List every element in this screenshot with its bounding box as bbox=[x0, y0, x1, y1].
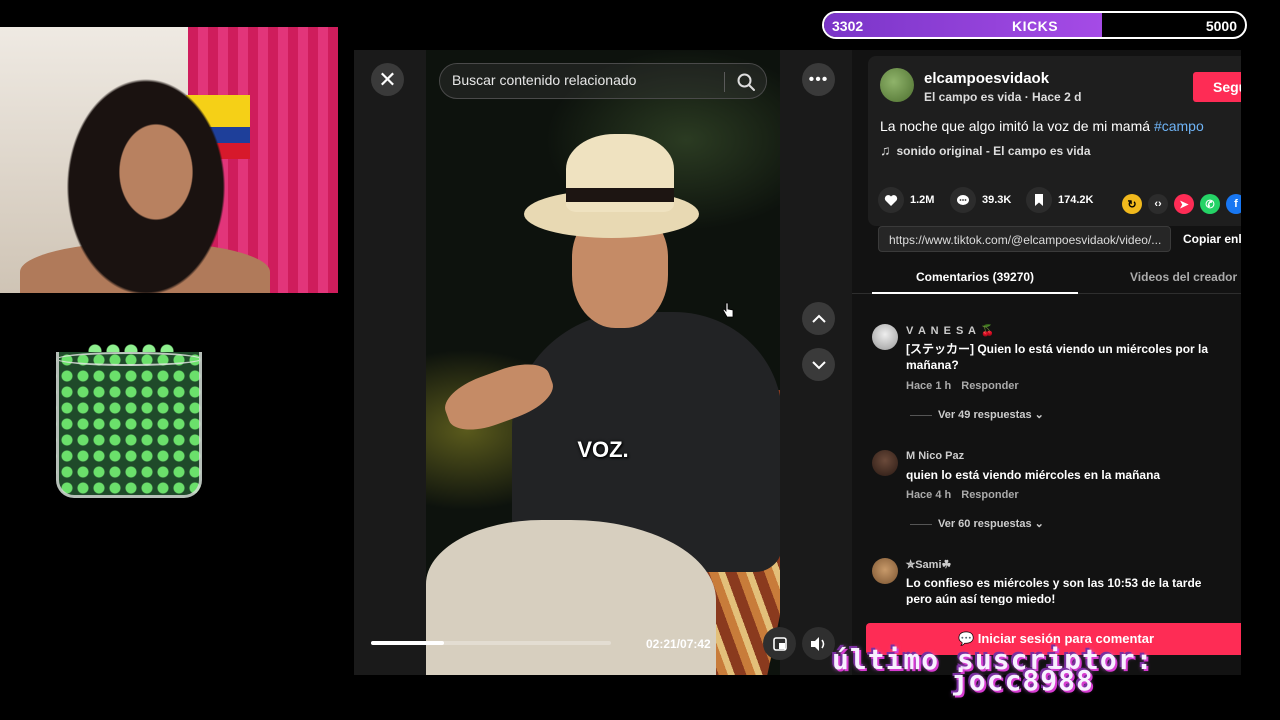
active-tab-indicator bbox=[872, 292, 1078, 294]
sound-link[interactable]: ♫ sonido original - El campo es vida bbox=[880, 142, 1091, 158]
comment-avatar[interactable] bbox=[872, 450, 898, 476]
volume-icon bbox=[810, 636, 824, 651]
whatsapp-share-icon[interactable]: ✆ bbox=[1200, 194, 1220, 214]
last-subscriber-name: jocc8988 bbox=[951, 664, 1094, 697]
kicks-goal-bar: 3302 KICKS 5000 bbox=[822, 11, 1247, 39]
share-link-field[interactable]: https://www.tiktok.com/@elcampoesvidaok/… bbox=[878, 226, 1171, 252]
kicks-label: KICKS bbox=[1012, 18, 1059, 34]
sound-label: sonido original - El campo es vida bbox=[896, 144, 1091, 158]
facebook-share-icon[interactable]: f bbox=[1226, 194, 1241, 214]
search-icon[interactable] bbox=[736, 72, 756, 92]
kick-jar-widget bbox=[56, 352, 202, 498]
save-button[interactable]: 174.2K bbox=[1026, 187, 1093, 213]
send-share-icon[interactable]: ➤ bbox=[1174, 194, 1194, 214]
bookmark-icon bbox=[1026, 187, 1052, 213]
video-progress-fill bbox=[371, 641, 445, 645]
tab-comments[interactable]: Comentarios (39270) bbox=[916, 270, 1034, 284]
comment-meta: Hace 4 h Responder bbox=[906, 489, 1019, 501]
comment-item: M Nico Paz quien lo está viendo miércole… bbox=[872, 450, 1232, 550]
comment-item: V A N E S A 🍒 [ステッカー] Quien lo está vien… bbox=[872, 324, 1232, 434]
comment-text: quien lo está viendo miércoles en la mañ… bbox=[906, 468, 1161, 482]
comment-button[interactable]: 39.3K bbox=[950, 187, 1011, 213]
previous-video-button[interactable] bbox=[802, 302, 835, 335]
chevron-up-icon bbox=[811, 314, 826, 323]
follow-button[interactable]: Seguir bbox=[1193, 72, 1241, 102]
hand-cursor-icon bbox=[722, 302, 734, 318]
details-panel: elcampoesvidaok El campo es vida · Hace … bbox=[852, 50, 1241, 675]
comment-username[interactable]: ✮Sami☘︎ bbox=[906, 558, 951, 571]
view-replies-button[interactable]: Ver 60 respuestas ⌄ bbox=[910, 517, 1044, 530]
more-options-button[interactable]: ••• bbox=[802, 63, 835, 96]
panel-tabs: Comentarios (39270) Videos del creador bbox=[852, 260, 1241, 294]
copy-link-button[interactable]: Copiar enlace bbox=[1183, 232, 1241, 246]
author-subtitle: El campo es vida · Hace 2 d bbox=[924, 90, 1082, 104]
reply-button[interactable]: Responder bbox=[961, 489, 1018, 501]
post-info-card: elcampoesvidaok El campo es vida · Hace … bbox=[868, 56, 1241, 226]
search-box bbox=[439, 63, 767, 99]
kicks-goal: 5000 bbox=[1205, 18, 1237, 34]
like-button[interactable]: 1.2M bbox=[878, 187, 934, 213]
save-count: 174.2K bbox=[1058, 194, 1094, 206]
comment-time: Hace 4 h bbox=[906, 489, 952, 501]
close-button[interactable]: ✕ bbox=[371, 63, 404, 96]
video-time: 02:21/07:42 bbox=[646, 637, 711, 651]
comment-text: [ステッカー] Quien lo está viendo un miércole… bbox=[906, 342, 1209, 372]
comments-list: V A N E S A 🍒 [ステッカー] Quien lo está vien… bbox=[852, 300, 1241, 605]
comment-username[interactable]: V A N E S A 🍒 bbox=[906, 324, 995, 337]
video-caption: VOZ. bbox=[577, 437, 629, 462]
picture-in-picture-button[interactable] bbox=[763, 627, 796, 660]
tiktok-video-page: VOZ. ✕ ••• 02:21/07:42 bbox=[354, 50, 1241, 675]
like-count: 1.2M bbox=[910, 194, 935, 206]
comment-meta: Hace 1 h Responder bbox=[906, 380, 1019, 392]
hashtag-link[interactable]: #campo bbox=[1154, 118, 1204, 134]
comment-count: 39.3K bbox=[982, 194, 1012, 206]
embed-share-icon[interactable]: ‹› bbox=[1148, 194, 1168, 214]
more-icon: ••• bbox=[808, 70, 829, 88]
reply-button[interactable]: Responder bbox=[961, 380, 1018, 392]
repost-share-icon[interactable]: ↻ bbox=[1122, 194, 1142, 214]
heart-icon bbox=[878, 187, 904, 213]
comment-icon bbox=[950, 187, 976, 213]
webcam-feed bbox=[0, 27, 338, 293]
kicks-progress-fill bbox=[824, 13, 1102, 37]
comment-avatar[interactable] bbox=[872, 324, 898, 350]
author-avatar[interactable] bbox=[880, 68, 914, 102]
chevron-down-icon bbox=[811, 360, 826, 369]
view-replies-button[interactable]: Ver 49 respuestas ⌄ bbox=[910, 408, 1044, 421]
comment-username[interactable]: M Nico Paz bbox=[906, 450, 964, 462]
pip-icon bbox=[772, 636, 787, 651]
author-username[interactable]: elcampoesvidaok bbox=[924, 70, 1049, 87]
comment-time: Hace 1 h bbox=[906, 380, 952, 392]
post-description: La noche que algo imitó la voz de mi mam… bbox=[880, 118, 1204, 134]
volume-button[interactable] bbox=[802, 627, 835, 660]
comment-avatar[interactable] bbox=[872, 558, 898, 584]
next-video-button[interactable] bbox=[802, 348, 835, 381]
video-player: VOZ. ✕ ••• 02:21/07:42 bbox=[354, 50, 852, 675]
share-link-row: https://www.tiktok.com/@elcampoesvidaok/… bbox=[878, 226, 1241, 252]
close-icon: ✕ bbox=[378, 66, 397, 92]
search-input[interactable] bbox=[452, 72, 712, 88]
tab-creator-videos[interactable]: Videos del creador bbox=[1130, 270, 1237, 284]
comment-text: Lo confieso es miércoles y son las 10:53… bbox=[906, 576, 1202, 605]
description-text: La noche que algo imitó la voz de mi mam… bbox=[880, 118, 1154, 134]
music-note-icon: ♫ bbox=[880, 142, 891, 158]
comment-item: ✮Sami☘︎ Lo confieso es miércoles y son l… bbox=[872, 558, 1232, 605]
video-frame[interactable]: VOZ. bbox=[426, 50, 780, 675]
video-progress-bar[interactable] bbox=[371, 641, 611, 645]
kicks-current: 3302 bbox=[832, 18, 864, 34]
